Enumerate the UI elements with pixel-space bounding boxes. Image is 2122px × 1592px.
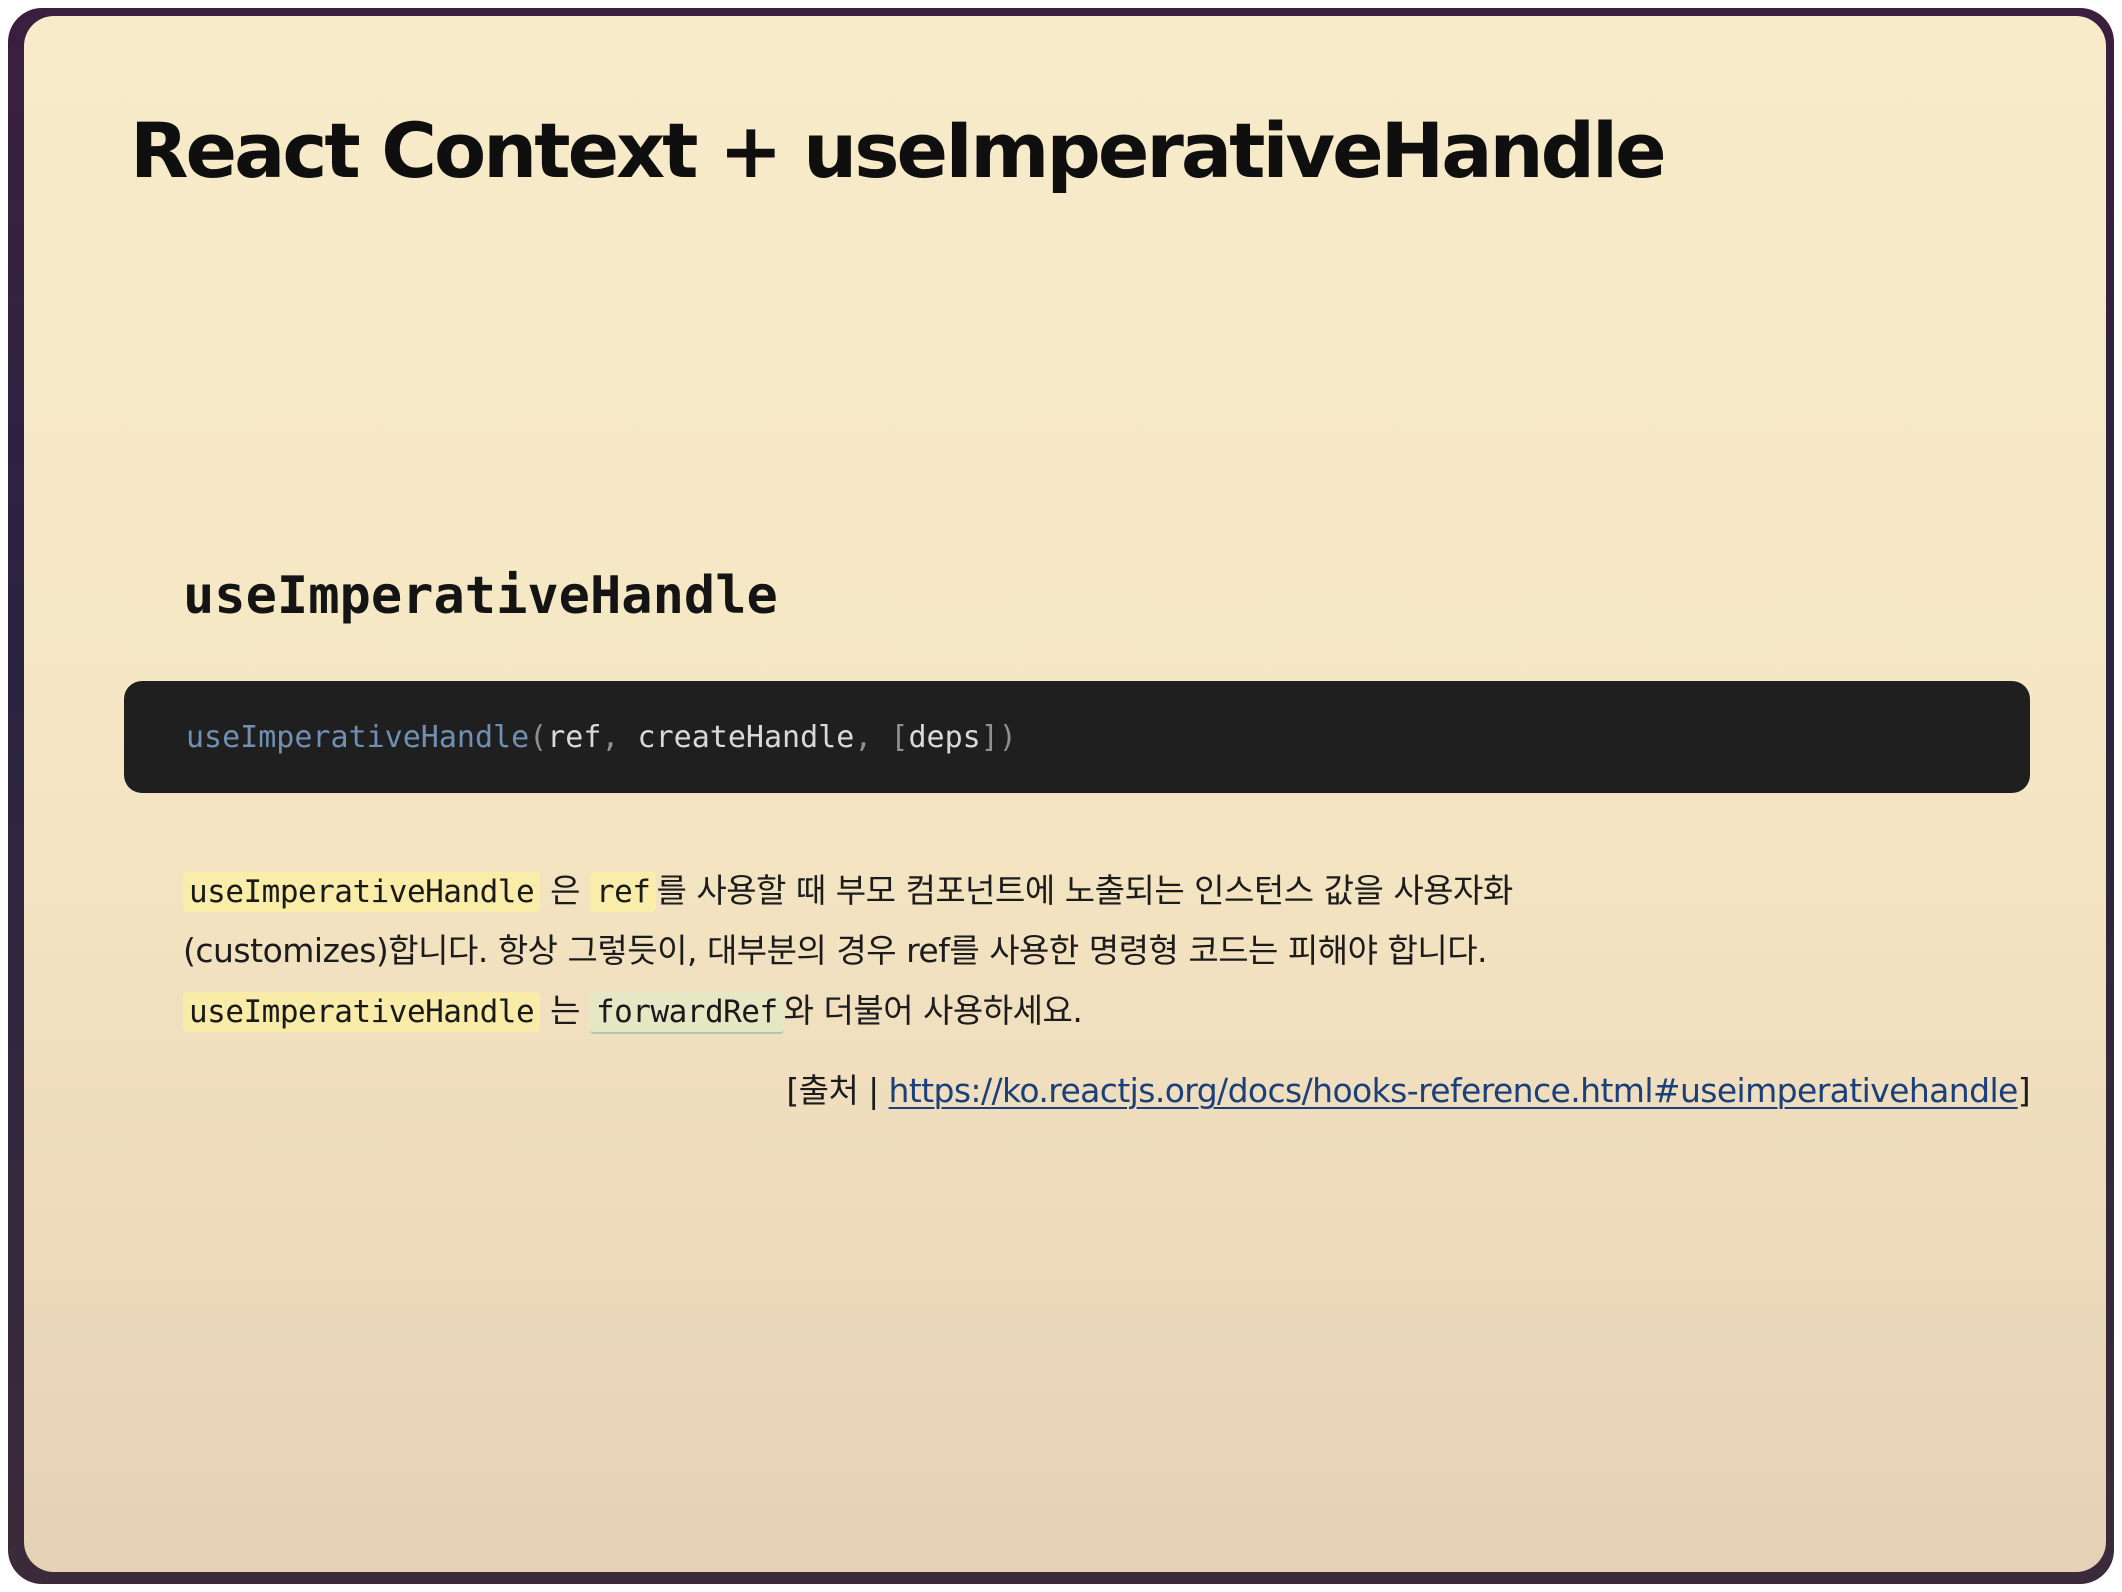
description-line-1: useImperativeHandle 은 ref 를 사용할 때 부모 컴포넌트… [183, 861, 1783, 921]
description-text: 은 [550, 871, 580, 910]
inline-code-ref: ref [589, 872, 657, 912]
description-text: 를 사용할 때 부모 컴포넌트에 노출되는 인스턴스 값을 사용자화 [656, 871, 1513, 910]
description-paragraph: useImperativeHandle 은 ref 를 사용할 때 부모 컴포넌트… [183, 861, 1783, 1041]
code-comma: , [601, 719, 638, 755]
code-function-name: useImperativeHandle [186, 719, 530, 755]
source-prefix: [출처 | [786, 1071, 889, 1110]
code-arg-ref: ref [547, 719, 602, 755]
inline-code-use-imperative-handle: useImperativeHandle [183, 992, 541, 1032]
video-frame: React Context + useImperativeHandle useI… [8, 8, 2114, 1584]
code-close: ]) [980, 719, 1017, 755]
description-text: 와 더불어 사용하세요. [783, 991, 1083, 1030]
description-line-2: (customizes)합니다. 항상 그렇듯이, 대부분의 경우 ref를 사… [183, 931, 1488, 970]
presentation-slide: React Context + useImperativeHandle useI… [24, 16, 2106, 1572]
description-text: 는 [550, 991, 580, 1030]
description-line-3: useImperativeHandle 는 forwardRef 와 더불어 사용… [183, 981, 1783, 1041]
source-citation: [출처 | https://ko.reactjs.org/docs/hooks-… [786, 1064, 2030, 1112]
slide-title: React Context + useImperativeHandle [130, 106, 1667, 195]
inline-code-forward-ref: forwardRef [589, 992, 784, 1034]
inline-code-use-imperative-handle: useImperativeHandle [183, 872, 541, 912]
code-arg-deps: deps [908, 719, 981, 755]
code-block: useImperativeHandle(ref, createHandle, [… [124, 681, 2030, 793]
code-bracket-open: [ [890, 719, 909, 755]
code-paren-open: ( [529, 719, 548, 755]
section-title: useImperativeHandle [183, 566, 778, 626]
code-comma: , [854, 719, 891, 755]
source-suffix: ] [2017, 1071, 2031, 1110]
code-arg-create-handle: createHandle [637, 719, 855, 755]
source-link[interactable]: https://ko.reactjs.org/docs/hooks-refere… [889, 1071, 2019, 1110]
